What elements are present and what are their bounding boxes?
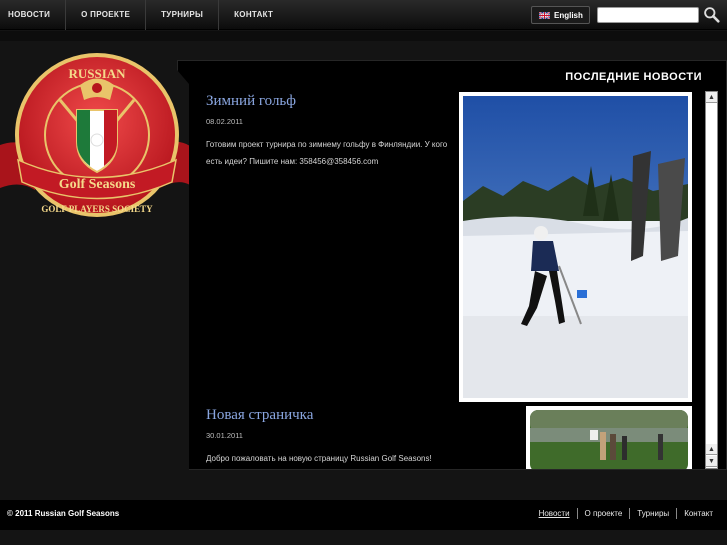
search-icon[interactable] — [703, 6, 720, 23]
nav-item-tournaments[interactable]: ТУРНИРЫ — [146, 0, 220, 30]
golf-course-photo — [530, 410, 688, 469]
header-band — [0, 31, 727, 41]
news-body: Готовим проект турнира по зимнему гольфу… — [206, 140, 448, 166]
scroll-up-arrow-icon[interactable]: ▲ — [706, 444, 717, 455]
scroll-up-arrow-icon[interactable]: ▲ — [706, 92, 717, 103]
language-label: English — [554, 10, 583, 20]
footer-links: Новости О проекте Турниры Контакт — [532, 508, 720, 519]
nav-item-news[interactable]: НОВОСТИ — [0, 0, 67, 30]
news-body: Добро пожаловать на новую страницу Russi… — [206, 454, 432, 463]
footer: © 2011 Russian Golf Seasons Новости О пр… — [0, 500, 727, 530]
footer-link-contact[interactable]: Контакт — [676, 508, 720, 519]
logo-top-text: RUSSIAN — [68, 66, 126, 81]
footer-link-tournaments[interactable]: Турниры — [629, 508, 676, 519]
bottom-strip — [0, 530, 727, 545]
news-photo-new-page[interactable] — [526, 406, 692, 469]
news-title[interactable]: Новая страничка — [206, 407, 451, 424]
nav-item-about[interactable]: О ПРОЕКТЕ — [66, 0, 147, 30]
news-scrollbar[interactable]: ▲ ▲ ▼ — [705, 91, 718, 469]
footer-link-about[interactable]: О проекте — [576, 508, 630, 519]
language-button[interactable]: English — [531, 6, 590, 24]
news-date: 30.01.2011 — [206, 431, 243, 440]
news-date: 08.02.2011 — [206, 117, 243, 126]
uk-flag-icon — [539, 11, 550, 19]
nav-item-contact[interactable]: КОНТАКТ — [219, 0, 288, 30]
copyright-text: © 2011 Russian Golf Seasons — [7, 509, 120, 518]
news-item: Новая страничка 30.01.2011 Добро пожалов… — [206, 407, 451, 469]
logo-banner-text: Golf Seasons — [59, 177, 136, 192]
scroll-down-arrow-icon[interactable]: ▼ — [706, 456, 717, 467]
logo-bottom-text: GOLF PLAYERS SOCIETY — [41, 204, 153, 214]
latest-news-panel: ПОСЛЕДНИЕ НОВОСТИ Зимний гольф 08.02.201… — [177, 60, 727, 470]
panel-heading: ПОСЛЕДНИЕ НОВОСТИ — [565, 71, 702, 83]
russian-golf-seasons-logo[interactable]: Golf Seasons RUSSIAN GOLF PLAYERS SOCIET… — [0, 50, 195, 240]
top-navigation-bar: НОВОСТИ О ПРОЕКТЕ ТУРНИРЫ КОНТАКТ Englis… — [0, 0, 727, 30]
winter-golf-photo — [463, 96, 688, 398]
search-input[interactable] — [597, 7, 699, 23]
news-item: Зимний гольф 08.02.2011 Готовим проект т… — [206, 93, 451, 170]
news-photo-winter-golf[interactable] — [459, 92, 692, 402]
footer-link-news[interactable]: Новости — [532, 508, 577, 519]
news-scroll-area[interactable]: Зимний гольф 08.02.2011 Готовим проект т… — [191, 91, 706, 469]
news-title[interactable]: Зимний гольф — [206, 93, 451, 110]
